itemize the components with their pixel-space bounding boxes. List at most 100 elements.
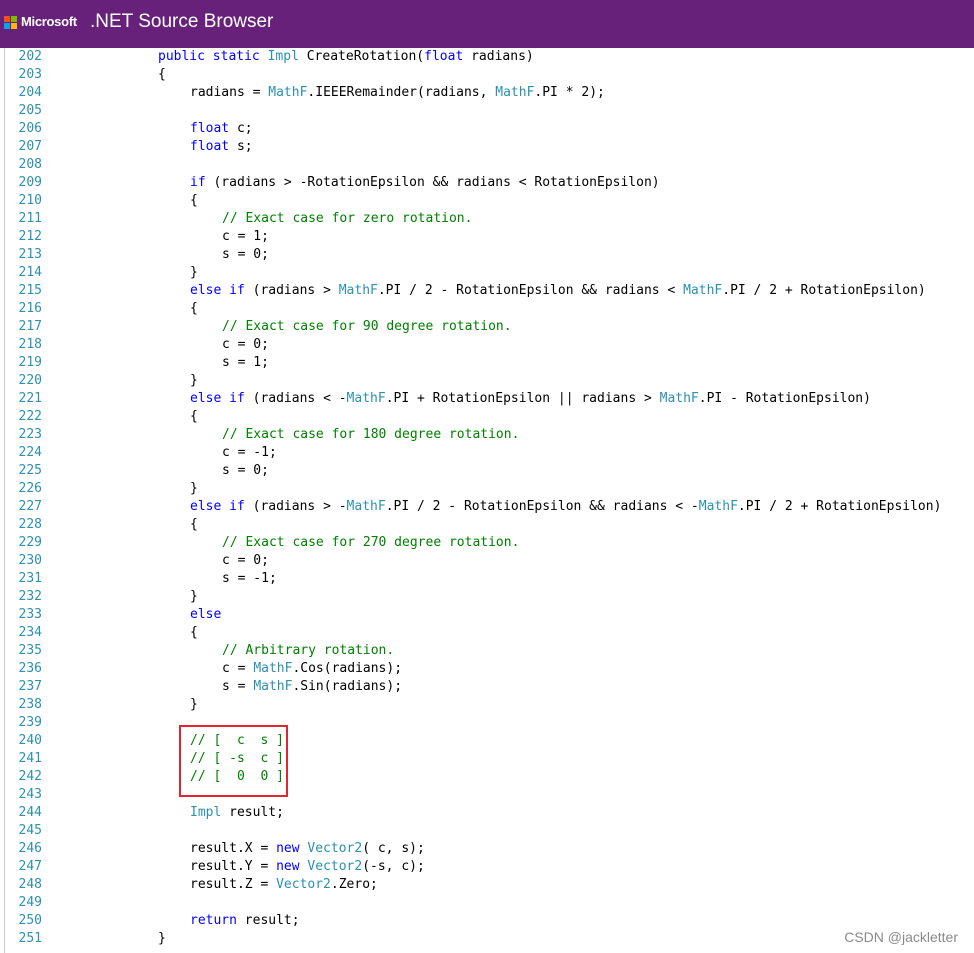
keyword-token: else xyxy=(190,607,222,622)
code-text: result.X = new Vector2( c, s); xyxy=(190,840,425,858)
line-number-link[interactable]: 208 xyxy=(4,156,42,174)
line-number-link[interactable]: 209 xyxy=(4,174,42,192)
line-number-link[interactable]: 233 xyxy=(4,606,42,624)
code-line: 208 xyxy=(0,156,974,174)
line-number-link[interactable]: 210 xyxy=(4,192,42,210)
type-link-token[interactable]: Vector2 xyxy=(307,859,362,874)
line-number-link[interactable]: 250 xyxy=(4,912,42,930)
code-line: 205 xyxy=(0,102,974,120)
line-number-link[interactable]: 240 xyxy=(4,732,42,750)
line-number-link[interactable]: 204 xyxy=(4,84,42,102)
type-link-token[interactable]: MathF xyxy=(268,85,307,100)
type-link-token[interactable]: MathF xyxy=(253,661,292,676)
line-number-link[interactable]: 203 xyxy=(4,66,42,84)
line-number-link[interactable]: 216 xyxy=(4,300,42,318)
line-number-link[interactable]: 248 xyxy=(4,876,42,894)
code-token: } xyxy=(190,481,198,496)
comment-token: // Exact case for 180 degree rotation. xyxy=(222,427,520,442)
line-number-link[interactable]: 242 xyxy=(4,768,42,786)
code-line: 242 // [ 0 0 ] xyxy=(0,768,974,786)
line-number-link[interactable]: 247 xyxy=(4,858,42,876)
line-number-link[interactable]: 218 xyxy=(4,336,42,354)
type-link-token[interactable]: Vector2 xyxy=(307,841,362,856)
line-number-link[interactable]: 229 xyxy=(4,534,42,552)
line-number-link[interactable]: 228 xyxy=(4,516,42,534)
microsoft-logo-icon[interactable] xyxy=(4,16,18,30)
line-number-link[interactable]: 221 xyxy=(4,390,42,408)
line-number-link[interactable]: 236 xyxy=(4,660,42,678)
line-number-link[interactable]: 225 xyxy=(4,462,42,480)
line-number-link[interactable]: 206 xyxy=(4,120,42,138)
type-link-token[interactable]: MathF xyxy=(347,391,386,406)
line-number-link[interactable]: 244 xyxy=(4,804,42,822)
line-number-link[interactable]: 231 xyxy=(4,570,42,588)
code-text: c = -1; xyxy=(222,444,277,462)
type-link-token[interactable]: MathF xyxy=(339,283,378,298)
line-number-link[interactable]: 249 xyxy=(4,894,42,912)
code-text: } xyxy=(158,930,166,948)
line-number-link[interactable]: 246 xyxy=(4,840,42,858)
line-number-link[interactable]: 205 xyxy=(4,102,42,120)
line-number-link[interactable]: 212 xyxy=(4,228,42,246)
type-link-token[interactable]: MathF xyxy=(660,391,699,406)
code-text: } xyxy=(190,588,198,606)
code-token: { xyxy=(158,67,166,82)
line-number-link[interactable]: 232 xyxy=(4,588,42,606)
line-number-link[interactable]: 215 xyxy=(4,282,42,300)
code-text: return result; xyxy=(190,912,300,930)
line-number-link[interactable]: 213 xyxy=(4,246,42,264)
line-number-link[interactable]: 227 xyxy=(4,498,42,516)
line-number-link[interactable]: 235 xyxy=(4,642,42,660)
type-link-token[interactable]: Vector2 xyxy=(276,877,331,892)
line-number-link[interactable]: 214 xyxy=(4,264,42,282)
code-line: 227 else if (radians > -MathF.PI / 2 - Ro… xyxy=(0,498,974,516)
code-token: (radians > - xyxy=(244,499,347,514)
app-title[interactable]: .NET Source Browser xyxy=(90,11,273,33)
code-line: 250 return result; xyxy=(0,912,974,930)
code-line: 213 s = 0; xyxy=(0,246,974,264)
code-token: .Cos(radians); xyxy=(292,661,403,676)
line-number-link[interactable]: 219 xyxy=(4,354,42,372)
code-token: .Zero; xyxy=(330,877,378,892)
line-number-link[interactable]: 222 xyxy=(4,408,42,426)
type-link-token[interactable]: Impl xyxy=(190,805,221,820)
line-number-link[interactable]: 239 xyxy=(4,714,42,732)
code-token: .PI / 2 + RotationEpsilon) xyxy=(737,499,942,514)
line-number-link[interactable]: 230 xyxy=(4,552,42,570)
line-number-link[interactable]: 202 xyxy=(4,48,42,66)
code-token: { xyxy=(190,625,198,640)
line-number-link[interactable]: 238 xyxy=(4,696,42,714)
line-number-link[interactable]: 211 xyxy=(4,210,42,228)
type-link-token[interactable]: Impl xyxy=(268,49,299,64)
type-link-token[interactable]: MathF xyxy=(347,499,386,514)
type-link-token[interactable]: MathF xyxy=(699,499,738,514)
line-number-link[interactable]: 220 xyxy=(4,372,42,390)
line-number-link[interactable]: 251 xyxy=(4,930,42,948)
line-number-link[interactable]: 243 xyxy=(4,786,42,804)
code-line: 251} xyxy=(0,930,974,948)
keyword-token: float xyxy=(424,49,464,64)
type-link-token[interactable]: MathF xyxy=(683,283,722,298)
line-number-link[interactable]: 217 xyxy=(4,318,42,336)
line-number-link[interactable]: 241 xyxy=(4,750,42,768)
code-text: // [ -s c ] xyxy=(190,750,284,768)
type-link-token[interactable]: MathF xyxy=(253,679,292,694)
code-text: { xyxy=(190,624,198,642)
code-token: (radians > xyxy=(244,283,339,298)
code-token: c = 0; xyxy=(222,337,269,352)
code-text: c = 0; xyxy=(222,336,269,354)
line-number-link[interactable]: 237 xyxy=(4,678,42,696)
code-text: public static Impl CreateRotation(float … xyxy=(158,48,534,66)
code-line: 228 { xyxy=(0,516,974,534)
microsoft-brand-link[interactable]: Microsoft xyxy=(21,14,77,29)
line-number-link[interactable]: 234 xyxy=(4,624,42,642)
line-number-link[interactable]: 224 xyxy=(4,444,42,462)
type-link-token[interactable]: MathF xyxy=(495,85,534,100)
line-number-link[interactable]: 245 xyxy=(4,822,42,840)
line-number-link[interactable]: 223 xyxy=(4,426,42,444)
code-token: s = 1; xyxy=(222,355,269,370)
code-token: s = 0; xyxy=(222,247,269,262)
line-number-link[interactable]: 207 xyxy=(4,138,42,156)
line-number-link[interactable]: 226 xyxy=(4,480,42,498)
code-line: 231 s = -1; xyxy=(0,570,974,588)
